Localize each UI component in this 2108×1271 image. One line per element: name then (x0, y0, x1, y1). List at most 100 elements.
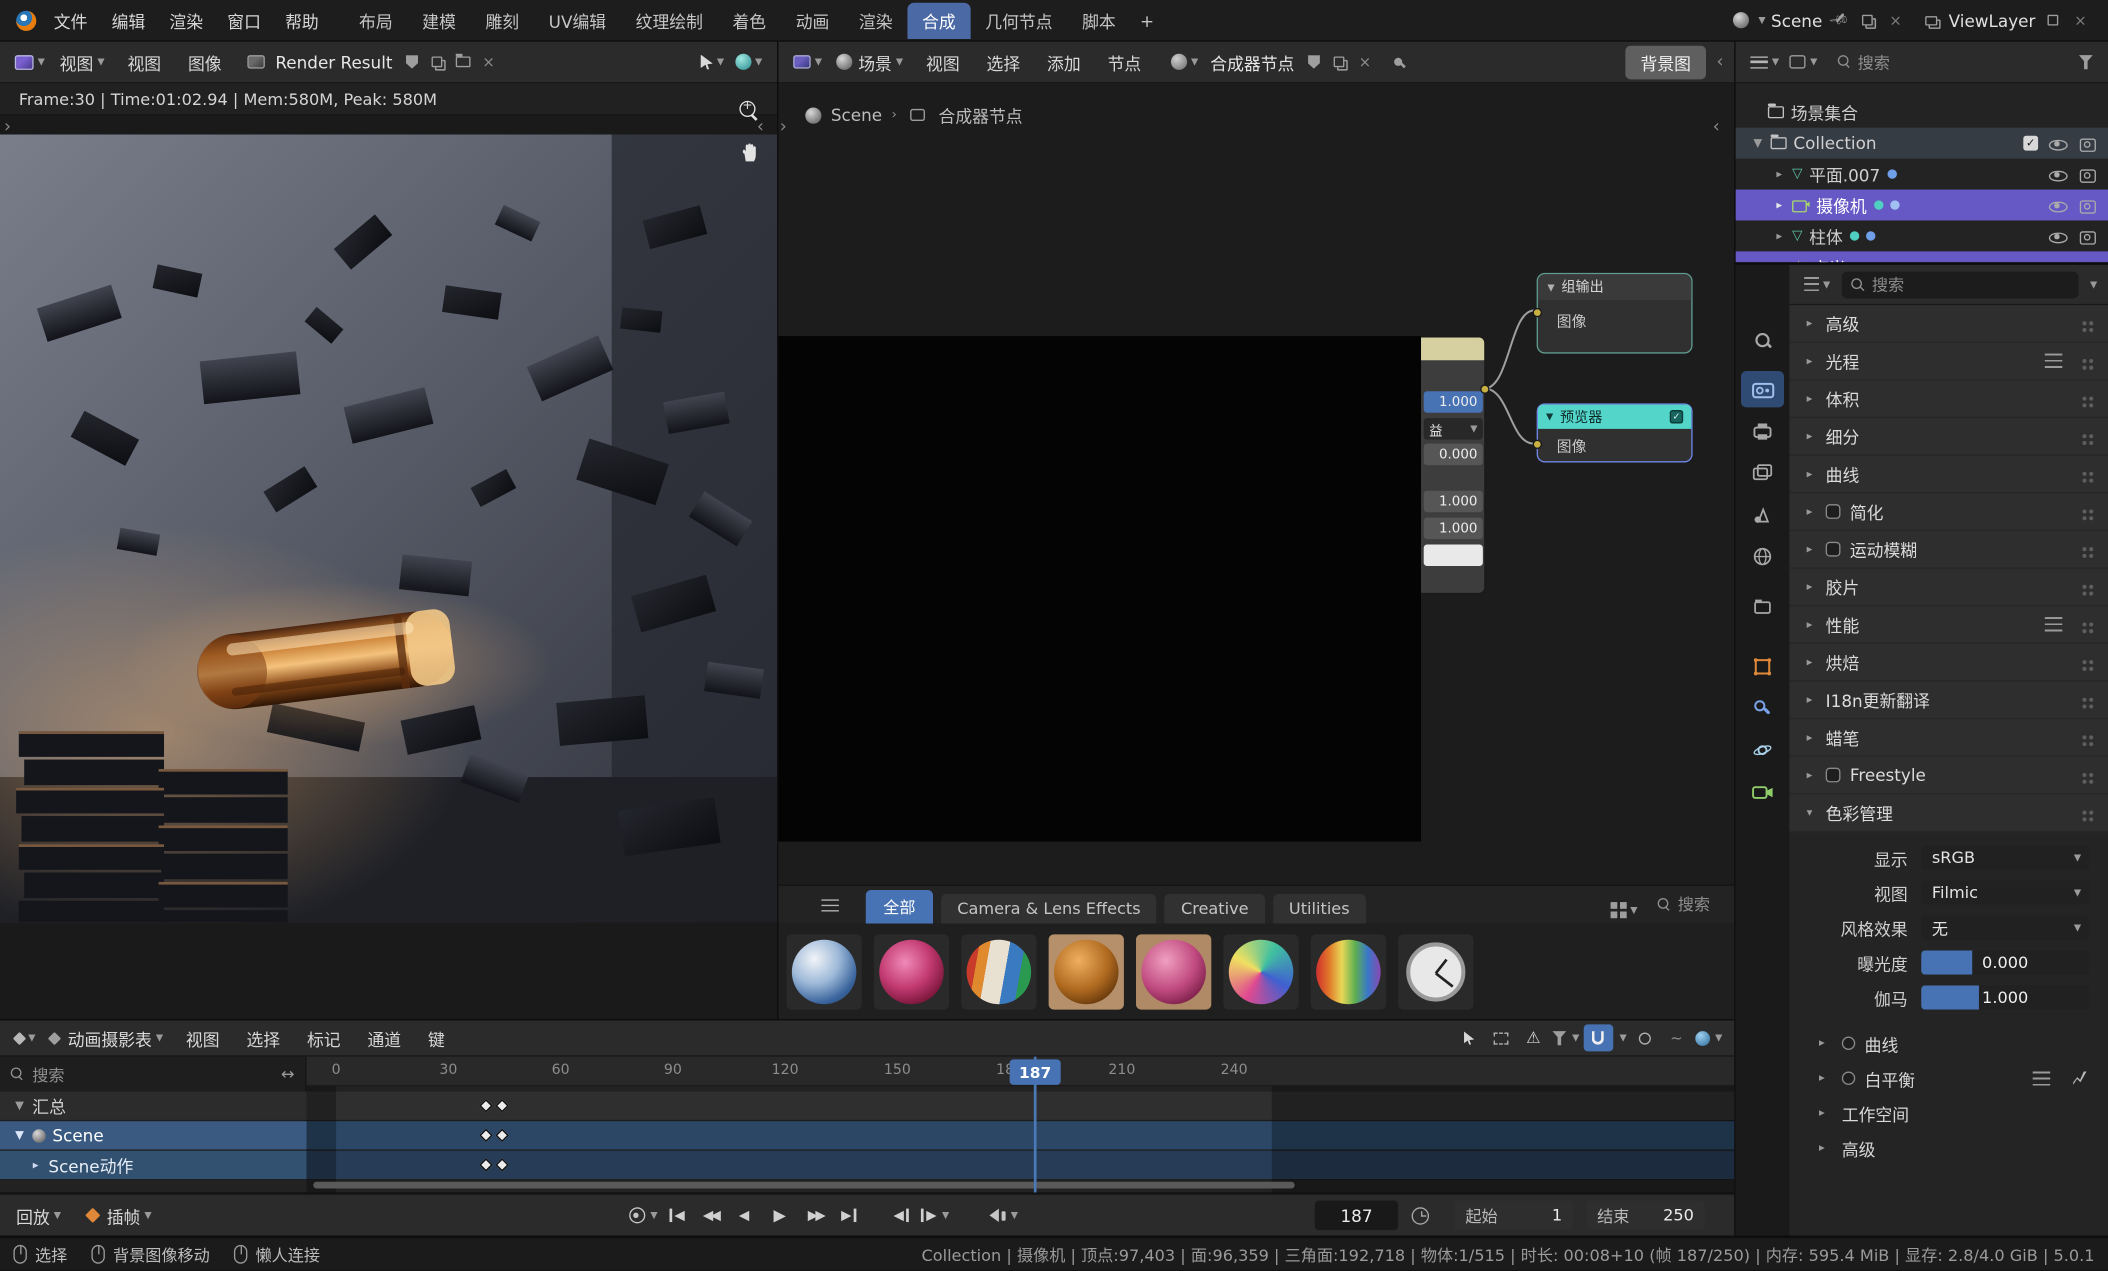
keyframe-diamond[interactable] (479, 1099, 492, 1112)
outliner-search[interactable]: 搜索 (1837, 50, 2071, 73)
frame-start-field[interactable]: 起始1 (1455, 1201, 1573, 1231)
region-toggle-chevron[interactable]: › (4, 117, 11, 137)
keying-menu[interactable]: 插帧▼ (80, 1200, 160, 1231)
outliner-row-camera[interactable]: ▸ 摄像机 (1736, 190, 2108, 221)
constraint-icon[interactable] (1850, 231, 1859, 240)
eye-icon[interactable] (2049, 197, 2068, 213)
frame-end-field[interactable]: 结束250 (1586, 1201, 1704, 1231)
subpanel-white-balance[interactable]: ▸白平衡 (1789, 1061, 2108, 1096)
horizontal-scrollbar[interactable] (313, 1182, 1294, 1189)
prev-keyframe-button[interactable]: ◀◀ (694, 1202, 728, 1229)
presets-icon[interactable] (2045, 617, 2062, 632)
menu-window[interactable]: 窗口 (215, 3, 273, 37)
group-output-node[interactable]: ▼ 组输出 图像 (1537, 273, 1693, 354)
node-input-socket[interactable] (1533, 308, 1542, 317)
view-transform-select[interactable]: Filmic▼ (1921, 881, 2089, 905)
viewlayer-selector[interactable]: ViewLayer × (1920, 9, 2091, 32)
outliner-row-cylinder[interactable]: ▸ ▽ 柱体 (1736, 220, 2108, 251)
subpanel-advanced[interactable]: ▸高级 (1789, 1131, 2108, 1166)
checkbox-icon[interactable] (1826, 768, 1841, 783)
panel-performance[interactable]: ▸性能 (1789, 606, 2108, 644)
pan-hand-icon[interactable] (739, 143, 759, 163)
pin-icon[interactable]: 📌︎ (1823, 4, 1855, 36)
node-gain-dropdown[interactable]: 益▼ (1424, 418, 1483, 440)
tab-scene-properties[interactable] (1741, 496, 1784, 532)
autokey-icon[interactable]: ▼ (626, 1202, 660, 1229)
eye-icon[interactable] (2049, 228, 2068, 244)
node-color-swatch[interactable] (1424, 544, 1483, 566)
outliner-row-light[interactable]: ▸ ☼ 点光 (1736, 251, 2108, 262)
chevron-down-icon[interactable]: ▼ (1619, 1032, 1626, 1043)
menu-key[interactable]: 键 (416, 1021, 457, 1055)
audio-mute-icon[interactable]: ▼ (987, 1202, 1021, 1229)
workspace-tab-layout[interactable]: 布局 (344, 2, 407, 38)
panel-subdivision[interactable]: ▸细分 (1789, 418, 2108, 456)
play-reverse-button[interactable]: ◀ (727, 1202, 761, 1229)
menu-edit[interactable]: 编辑 (100, 3, 158, 37)
collapse-node-icon[interactable]: ▼ (1546, 411, 1553, 422)
disclosure-icon[interactable]: ▼ (1752, 136, 1764, 149)
panel-i18n[interactable]: ▸I18n更新翻译 (1789, 682, 2108, 720)
outliner-scope-icon[interactable]: ▼ (1786, 54, 1821, 70)
menu-image[interactable]: 图像 (176, 45, 234, 79)
shield-icon[interactable] (401, 50, 424, 73)
workspace-tab-animation[interactable]: 动画 (781, 2, 844, 38)
subpanel-working-space[interactable]: ▸工作空间 (1789, 1096, 2108, 1131)
node-value-field[interactable]: 1.000 (1424, 518, 1483, 540)
outliner-row-collection[interactable]: ▼ Collection ✓ (1736, 128, 2108, 159)
folder-icon[interactable] (452, 50, 475, 73)
disclosure-icon[interactable]: ▸ (1773, 260, 1785, 262)
checkbox-icon[interactable] (1842, 1071, 1855, 1084)
disclosure-icon[interactable]: ▼ (13, 1129, 25, 1142)
menu-view[interactable]: 视图 (115, 45, 173, 79)
panel-volumes[interactable]: ▸体积 (1789, 380, 2108, 418)
image-datablock-icon[interactable] (244, 50, 267, 73)
menu-file[interactable]: 文件 (42, 3, 100, 37)
modifier-icon[interactable] (1887, 169, 1896, 178)
animation-icon[interactable] (1890, 200, 1899, 209)
breadcrumb-nodetree[interactable]: 合成器节点 (939, 102, 1023, 128)
color-node-partial[interactable]: 1.000 益▼ 0.000 1.000 1.000 (1421, 336, 1486, 594)
image-datablock-name[interactable]: Render Result (270, 52, 398, 72)
gamma-slider[interactable]: 1.000 (1921, 985, 2089, 1009)
tab-physics-properties[interactable] (1741, 731, 1784, 767)
node-value-field[interactable]: 1.000 (1424, 391, 1483, 413)
keyframe-diamond[interactable] (479, 1158, 492, 1171)
node-value-field[interactable]: 1.000 (1424, 491, 1483, 513)
tab-output-properties[interactable] (1741, 413, 1784, 449)
properties-search-input[interactable]: 搜索 (1842, 271, 2078, 298)
dopesheet-mode-select[interactable]: 动画摄影表▼ (42, 1022, 171, 1053)
outliner-display-mode-icon[interactable]: ▼ (1746, 54, 1783, 69)
panel-motion-blur[interactable]: ▸运动模糊 (1789, 531, 2108, 569)
keyframe-diamond[interactable] (495, 1129, 508, 1142)
tab-tool-properties[interactable] (1741, 321, 1784, 357)
region-toggle-chevron[interactable]: ‹ (1713, 117, 1720, 137)
jump-end-button[interactable]: ▶ (832, 1202, 866, 1229)
workspace-tab-shading[interactable]: 着色 (718, 2, 781, 38)
node-input-socket[interactable] (1533, 440, 1542, 449)
scene-selector[interactable]: ▼ Scene 📌︎ × (1733, 9, 1907, 32)
tab-render-properties[interactable] (1741, 371, 1784, 407)
eye-icon[interactable] (2049, 166, 2068, 182)
frame-range-icon[interactable] (1486, 1024, 1516, 1051)
camera-visibility-icon[interactable] (2078, 197, 2097, 213)
exposure-slider[interactable]: 0.000 (1921, 950, 2089, 974)
disclosure-icon[interactable]: ▸ (30, 1158, 42, 1171)
properties-editor-icon[interactable]: ▼ (1800, 276, 1834, 293)
subpanel-curves[interactable]: ▸曲线 (1789, 1026, 2108, 1061)
panel-curves[interactable]: ▸曲线 (1789, 456, 2108, 494)
channel-scene[interactable]: ▼ Scene (0, 1121, 307, 1151)
workspace-tab-sculpting[interactable]: 雕刻 (471, 2, 534, 38)
disclosure-icon[interactable]: ▸ (1773, 167, 1785, 180)
eye-icon[interactable] (2049, 135, 2068, 151)
workspace-tab-scripting[interactable]: 脚本 (1067, 2, 1130, 38)
viewer-use-checkbox[interactable]: ✓ (1670, 410, 1683, 423)
camera-visibility-icon[interactable] (2078, 166, 2097, 182)
disclosure-icon[interactable]: ▸ (1773, 229, 1785, 242)
new-viewlayer-icon[interactable] (2041, 9, 2064, 32)
tab-data-properties[interactable] (1741, 773, 1784, 809)
channel-summary[interactable]: ▼ 汇总 (0, 1092, 307, 1122)
menu-help[interactable]: 帮助 (273, 3, 331, 37)
blender-logo-icon[interactable] (16, 10, 36, 30)
tab-viewlayer-properties[interactable] (1741, 454, 1784, 490)
